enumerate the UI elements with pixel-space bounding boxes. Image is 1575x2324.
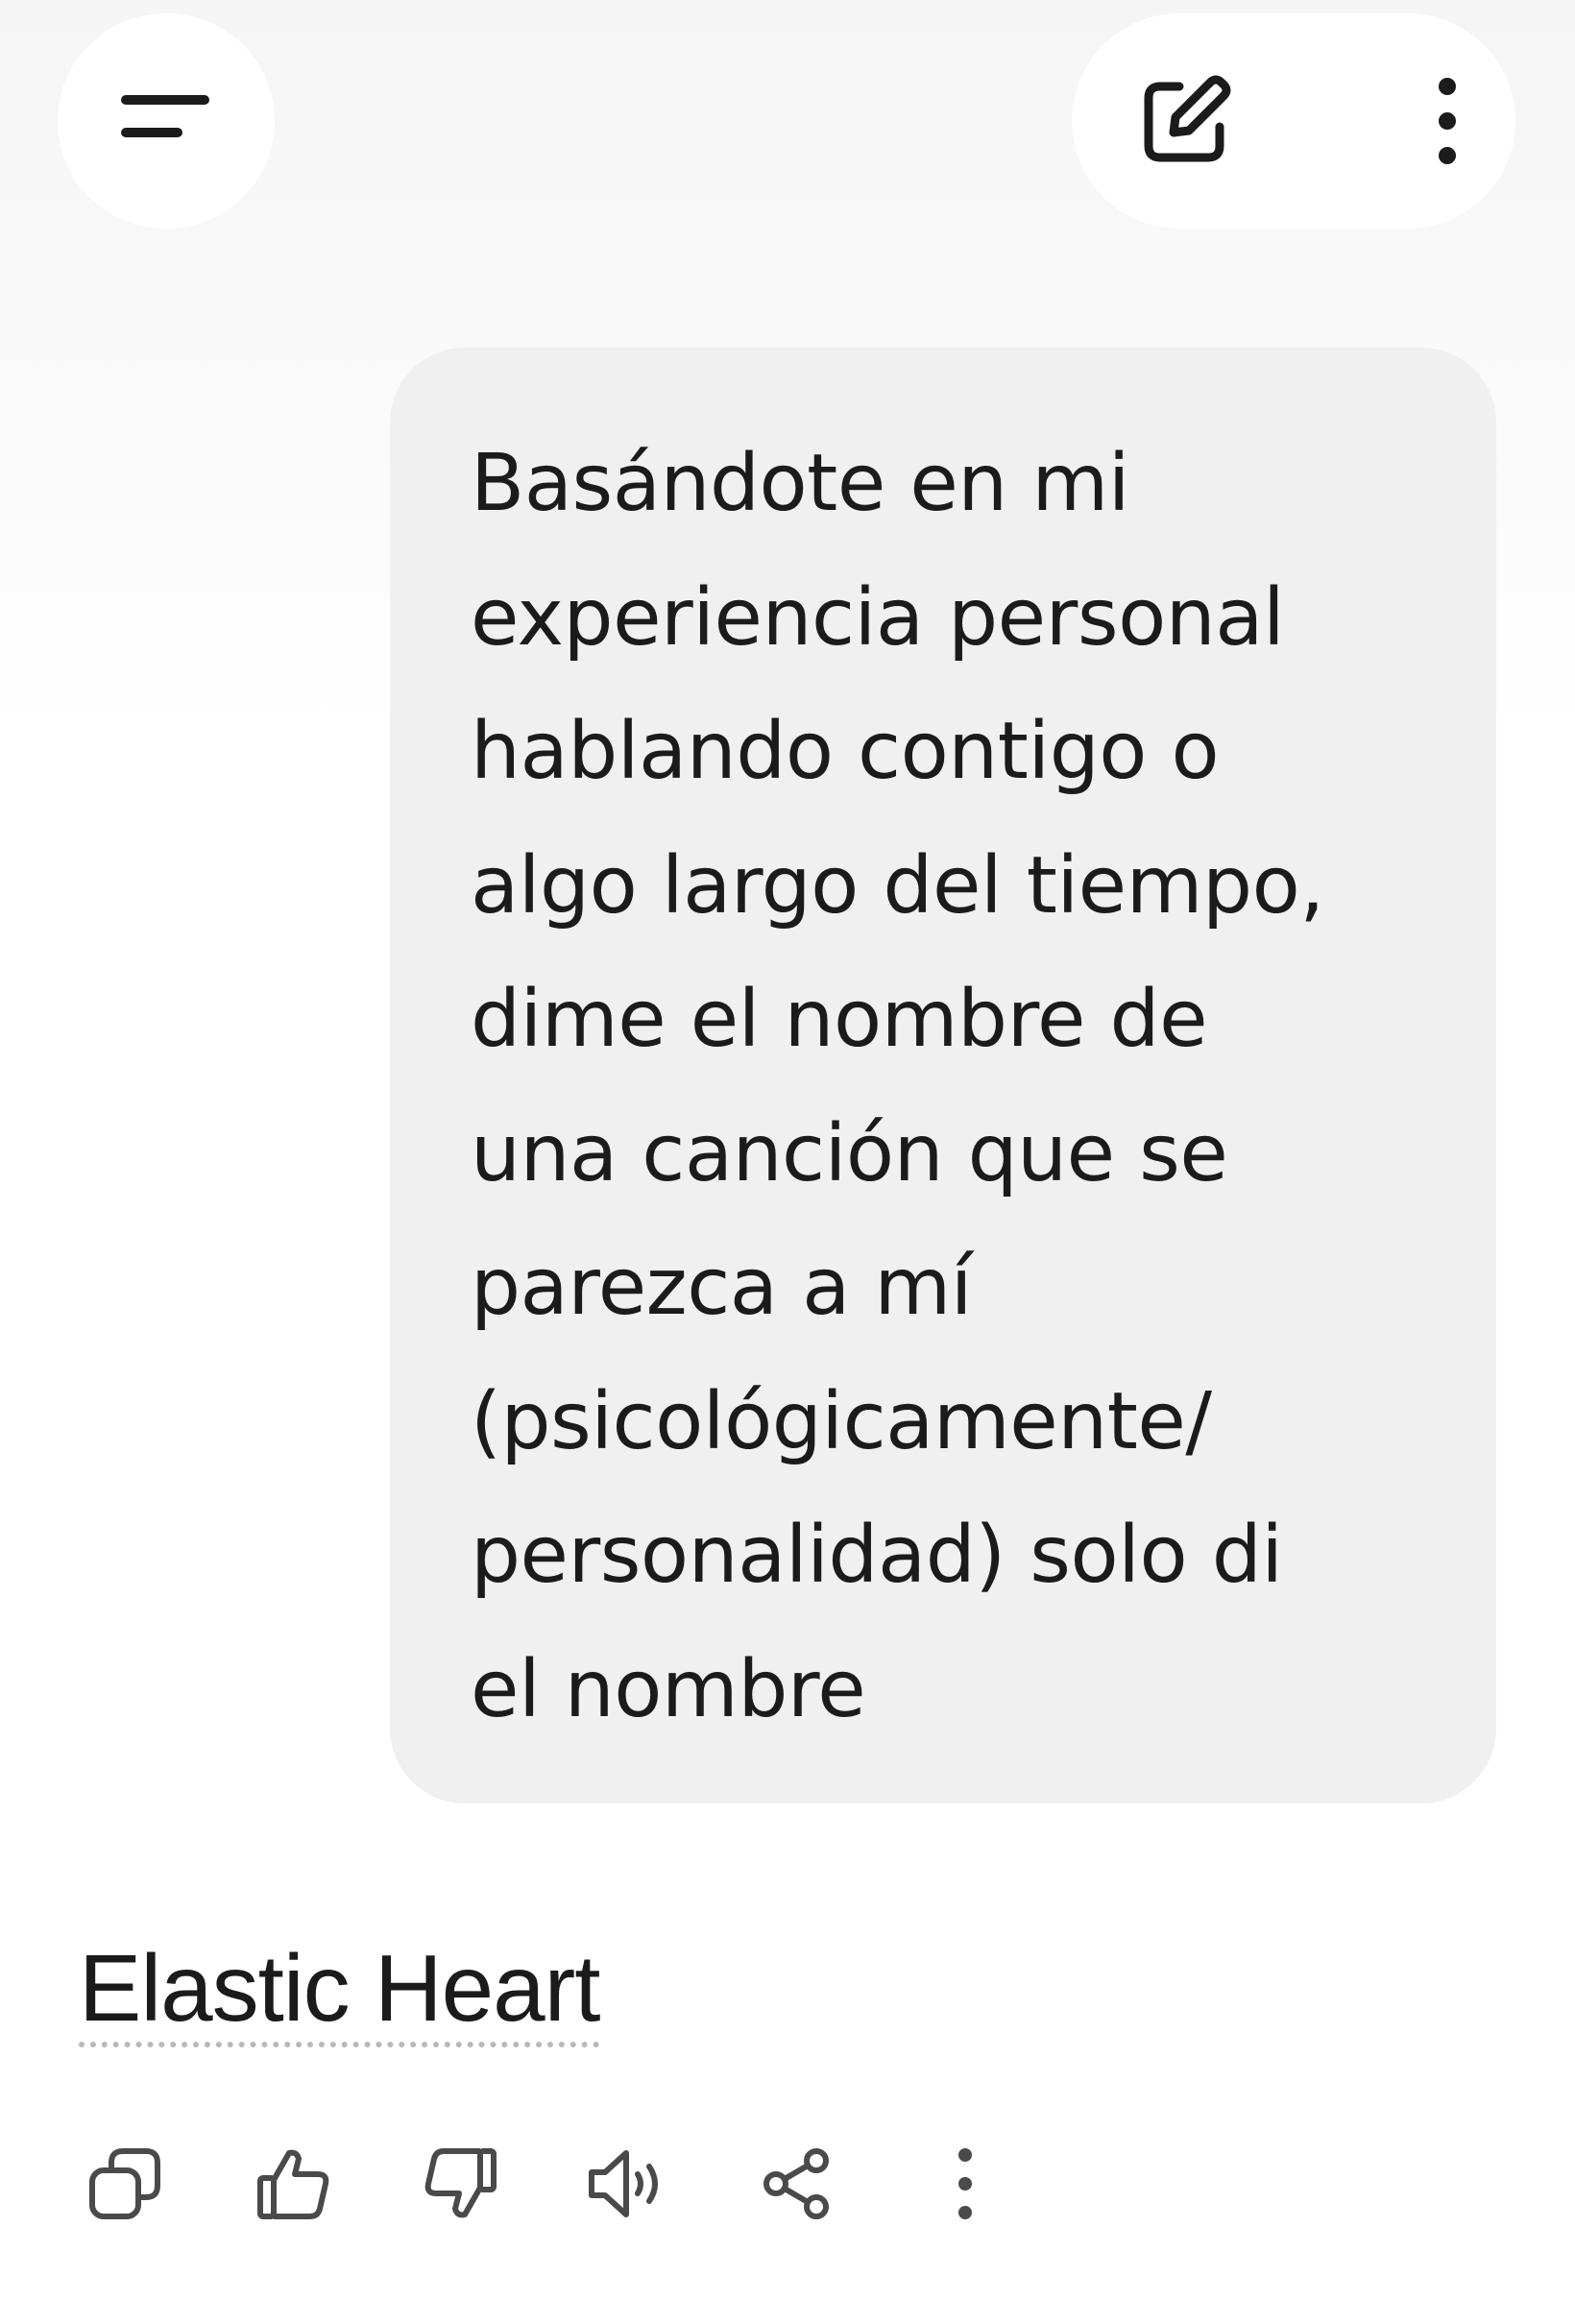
thumbs-down-icon [424, 2148, 497, 2218]
more-actions-button[interactable] [908, 2126, 1023, 2241]
menu-button[interactable] [58, 13, 275, 229]
user-message-text: Basándote en mi experiencia personal hab… [471, 438, 1324, 1735]
thumbs-up-icon [257, 2149, 329, 2219]
read-aloud-button[interactable] [571, 2126, 687, 2241]
share-button[interactable] [739, 2126, 855, 2241]
vertical-dots-icon [1439, 78, 1456, 164]
thumbs-up-button[interactable] [235, 2126, 351, 2241]
thumbs-down-button[interactable] [403, 2126, 519, 2241]
speaker-icon [589, 2150, 658, 2217]
copy-icon [89, 2148, 160, 2219]
user-message-bubble[interactable]: Basándote en mi experiencia personal hab… [390, 348, 1496, 1804]
more-vertical-icon [958, 2148, 972, 2219]
assistant-response[interactable]: Elastic Heart [79, 1930, 601, 2046]
more-options-button[interactable] [1433, 73, 1462, 169]
copy-button[interactable] [67, 2126, 182, 2241]
share-icon [763, 2148, 829, 2219]
edit-pencil-icon [1144, 75, 1231, 162]
header-actions [1072, 13, 1515, 229]
new-chat-button[interactable] [1137, 73, 1233, 169]
response-actions [67, 2126, 1023, 2241]
menu-lines-icon [121, 95, 209, 137]
